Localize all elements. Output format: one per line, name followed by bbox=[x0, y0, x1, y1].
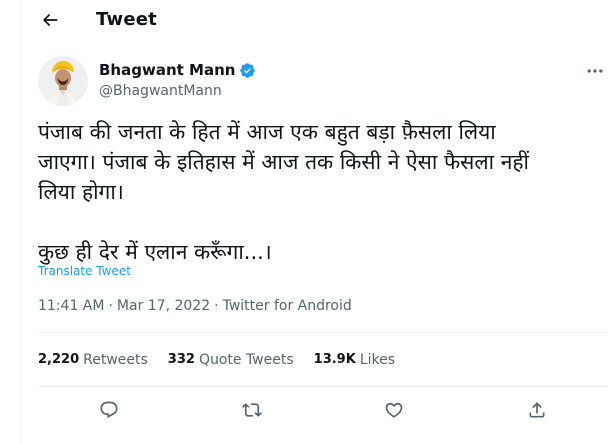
retweet-icon bbox=[241, 402, 262, 417]
likes-stat[interactable]: 13.9K Likes bbox=[314, 333, 395, 386]
retweets-stat[interactable]: 2,220 Retweets bbox=[38, 333, 148, 386]
more-icon bbox=[587, 69, 603, 73]
share-button[interactable] bbox=[519, 392, 555, 428]
likes-count: 13.9K bbox=[313, 351, 356, 367]
share-icon bbox=[529, 401, 545, 417]
quote-tweets-label: Quote Tweets bbox=[198, 351, 294, 368]
tweet-source: Twitter for Android bbox=[222, 298, 352, 314]
likes-label: Likes bbox=[359, 351, 396, 368]
tweet-author: Bhagwant Mann @BhagwantMann bbox=[38, 54, 608, 114]
meta-separator: · bbox=[108, 298, 113, 314]
tweet-meta: 11:41 AM · Mar 17, 2022 · Twitter for An… bbox=[38, 298, 352, 314]
more-button[interactable] bbox=[582, 58, 608, 84]
tweet-date[interactable]: Mar 17, 2022 bbox=[117, 298, 210, 314]
tweet-stats: 2,220 Retweets 332 Quote Tweets 13.9K Li… bbox=[38, 333, 608, 386]
retweet-button[interactable] bbox=[234, 392, 270, 428]
quote-tweets-count: 332 bbox=[167, 351, 195, 367]
page-title: Tweet bbox=[96, 9, 157, 30]
meta-separator: · bbox=[214, 298, 219, 314]
verified-badge-icon bbox=[240, 62, 256, 78]
retweets-count: 2,220 bbox=[38, 351, 80, 367]
tweet-actions bbox=[38, 387, 608, 432]
like-button[interactable] bbox=[376, 392, 412, 428]
avatar[interactable] bbox=[38, 56, 88, 106]
tweet-header: Tweet bbox=[22, 0, 616, 40]
author-handle[interactable]: @BhagwantMann bbox=[99, 83, 222, 99]
quote-tweets-stat[interactable]: 332 Quote Tweets bbox=[168, 333, 294, 386]
reply-button[interactable] bbox=[91, 392, 127, 428]
quote-tweets-count-wrap: 332 bbox=[168, 333, 195, 386]
column-border bbox=[21, 0, 22, 444]
translate-tweet-link[interactable]: Translate Tweet bbox=[38, 264, 131, 278]
back-arrow-icon bbox=[43, 14, 58, 26]
tweet-text: पंजाब की जनता के हित में आज एक बहुत बड़ा… bbox=[38, 120, 529, 264]
like-icon bbox=[385, 402, 403, 418]
likes-count-wrap: 13.9K bbox=[314, 333, 356, 386]
author-name-row: Bhagwant Mann bbox=[99, 61, 256, 79]
reply-icon bbox=[100, 401, 118, 418]
retweets-count-wrap: 2,220 bbox=[38, 333, 79, 386]
tweet-time[interactable]: 11:41 AM bbox=[38, 298, 104, 314]
author-name[interactable]: Bhagwant Mann bbox=[99, 61, 235, 79]
retweets-label: Retweets bbox=[83, 351, 148, 368]
back-button[interactable] bbox=[36, 6, 64, 34]
